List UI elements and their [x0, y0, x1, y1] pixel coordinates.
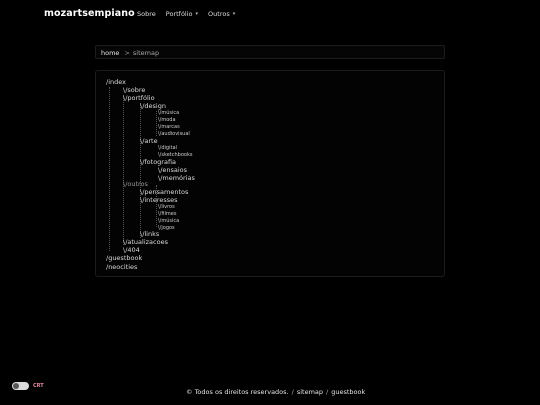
tree-item-musica[interactable]: \/música: [158, 110, 179, 116]
tree-item-interesses[interactable]: \/interesses: [140, 196, 178, 204]
tree-item-arte[interactable]: \/arte: [140, 137, 158, 145]
tree-item-digital[interactable]: \/digital: [158, 145, 177, 151]
tree-item-guestbook[interactable]: /guestbook: [106, 254, 142, 262]
tree-guide: [156, 111, 157, 136]
footer-copyright: © Todos os direitos reservados.: [186, 388, 289, 396]
tree-item-links[interactable]: \/links: [140, 230, 159, 238]
footer-sitemap-link[interactable]: sitemap: [297, 388, 323, 396]
breadcrumb-home[interactable]: home: [101, 49, 119, 57]
tree-guide: [123, 95, 124, 245]
nav-portfolio[interactable]: Portfólio ▾: [166, 10, 198, 18]
tree-item-livros[interactable]: \/livros: [158, 204, 175, 210]
breadcrumb-separator: >: [124, 49, 130, 57]
tree-item-filmes[interactable]: \/filmes: [158, 211, 176, 217]
tree-item-design[interactable]: \/design: [140, 102, 166, 110]
tree-guide: [140, 103, 141, 238]
crt-label: CRT: [33, 383, 44, 389]
tree-item-moda[interactable]: \/moda: [158, 117, 176, 123]
toggle-knob: [13, 383, 19, 389]
top-nav: mozartsempiano Sobre Portfólio ▾ Outros ▾: [0, 0, 540, 30]
tree-item-sobre[interactable]: \/sobre: [123, 86, 145, 94]
sitemap-tree: /index \/sobre \/portfólio \/design \/mú…: [95, 70, 445, 277]
tree-item-memorias[interactable]: \/memórias: [158, 174, 195, 182]
tree-item-ensaios[interactable]: \/ensaios: [158, 166, 187, 174]
site-brand[interactable]: mozartsempiano: [44, 8, 135, 19]
chevron-down-icon: ▾: [232, 11, 236, 17]
footer-separator: /: [326, 388, 329, 396]
tree-item-404[interactable]: \/404: [123, 246, 140, 254]
nav-outros-label: Outros: [208, 10, 230, 18]
crt-toggle[interactable]: [12, 382, 29, 390]
footer-separator: /: [291, 388, 294, 396]
nav-sobre-label: Sobre: [137, 10, 156, 18]
tree-guide: [109, 87, 110, 251]
breadcrumb: home > sitemap: [95, 45, 445, 59]
tree-item-index[interactable]: /index: [106, 78, 126, 86]
nav-links: Sobre Portfólio ▾ Outros ▾: [137, 10, 235, 18]
footer-guestbook-link[interactable]: guestbook: [331, 388, 365, 396]
tree-item-neocities[interactable]: /neocities: [106, 263, 137, 271]
chevron-down-icon: ▾: [195, 11, 199, 17]
nav-sobre[interactable]: Sobre: [137, 10, 156, 18]
tree-item-pensamentos[interactable]: \/pensamentos: [140, 188, 188, 196]
tree-item-outros[interactable]: \/outros: [123, 180, 148, 188]
breadcrumb-current: sitemap: [132, 49, 160, 57]
tree-item-fotografia[interactable]: \/fotografia: [140, 158, 176, 166]
nav-outros[interactable]: Outros ▾: [208, 10, 235, 18]
tree-item-portfolio[interactable]: \/portfólio: [123, 94, 155, 102]
tree-item-musica-interesses[interactable]: \/música: [158, 218, 179, 224]
footer: © Todos os direitos reservados. / sitemap /…: [186, 388, 365, 396]
nav-portfolio-label: Portfólio: [165, 10, 193, 18]
tree-item-atualizacoes[interactable]: \/atualizacoes: [123, 238, 168, 246]
tree-item-marcas[interactable]: \/marcas: [158, 124, 180, 130]
tree-item-audiovisual[interactable]: \/audiovisual: [158, 131, 190, 137]
tree-item-jogos[interactable]: \/jogos: [158, 225, 175, 231]
